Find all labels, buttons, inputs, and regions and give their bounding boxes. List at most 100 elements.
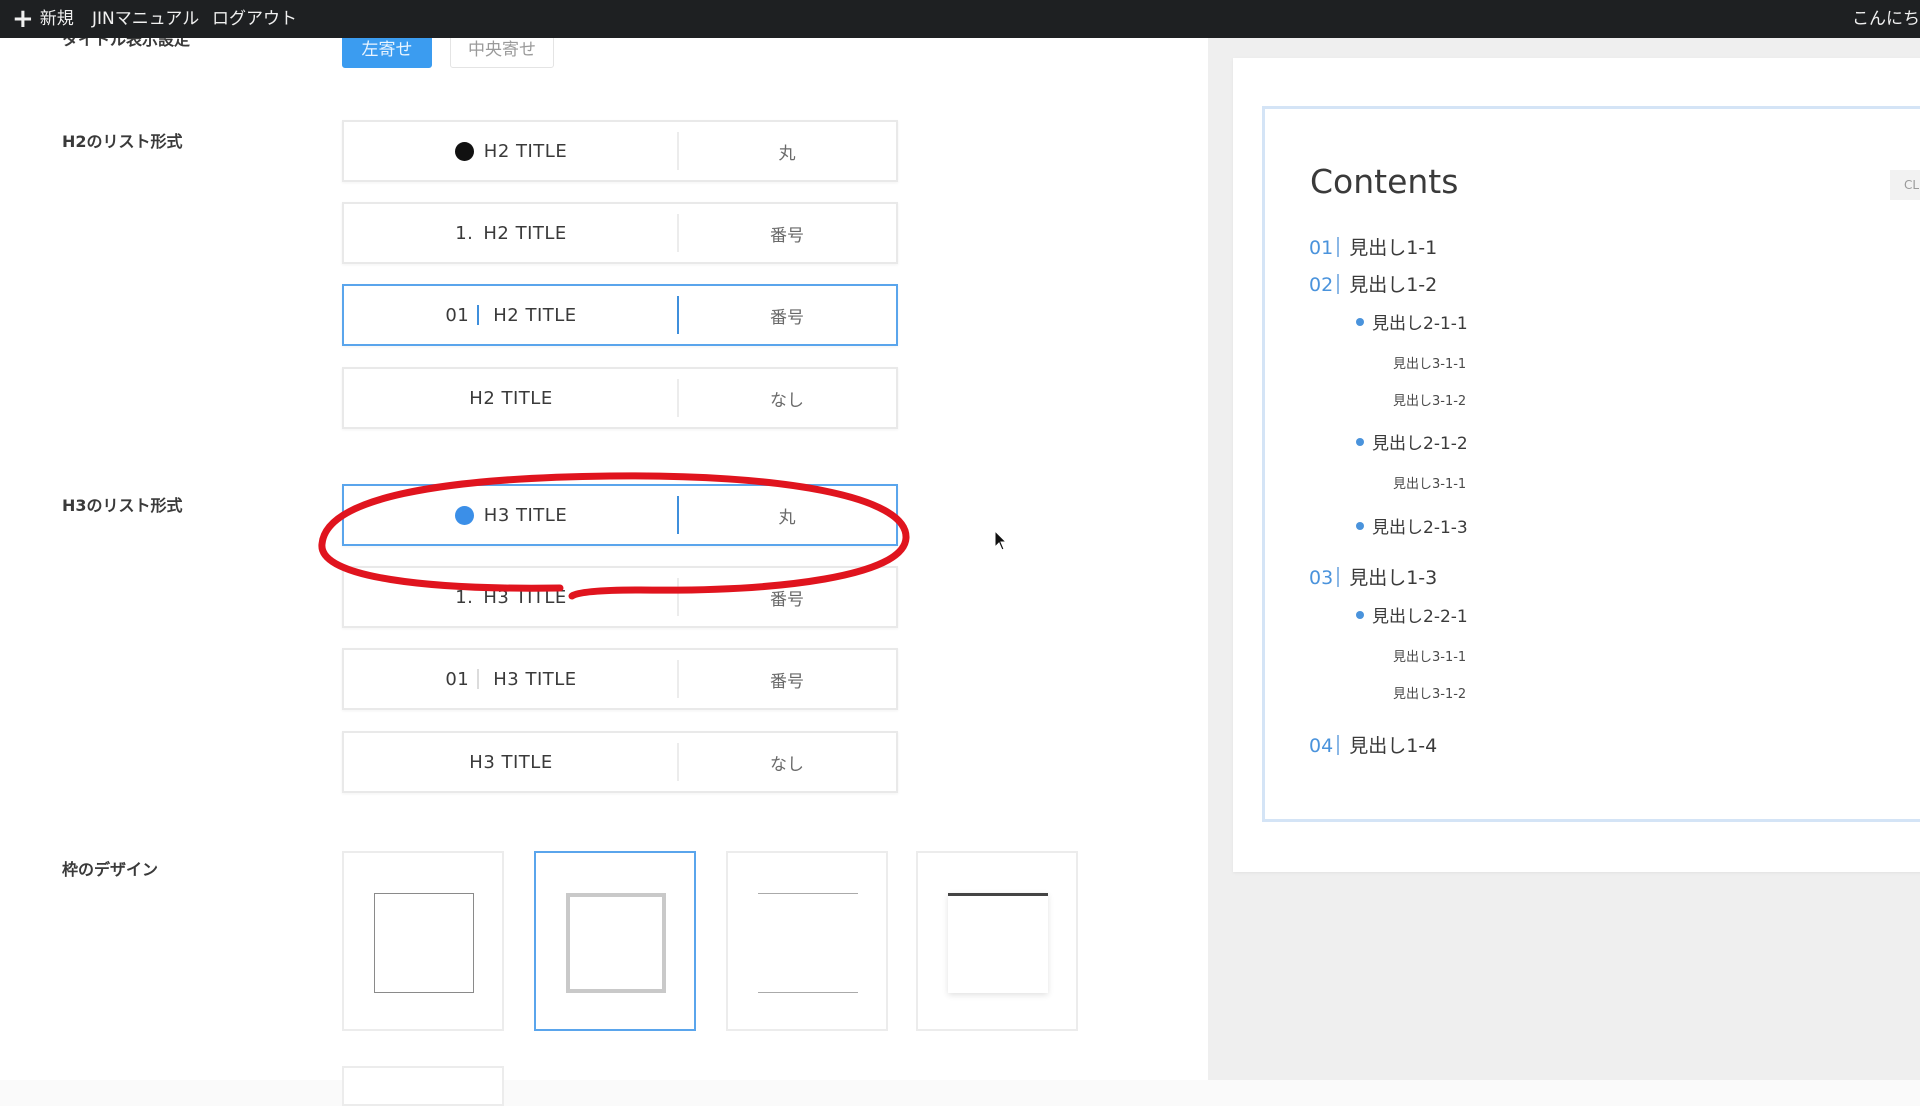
option-preview-title: H2 TITLE — [493, 304, 577, 326]
h3-style-number-option[interactable]: 1. H3 TITLE 番号 — [342, 566, 898, 628]
bar-divider — [477, 669, 480, 689]
frame-design-option-thick[interactable] — [534, 851, 696, 1031]
bar-divider — [477, 305, 480, 325]
toc-item-1[interactable]: 01 見出し1-1 — [1309, 233, 1437, 260]
h3-style-circle-option[interactable]: H3 TITLE 丸 — [342, 484, 898, 546]
toc-text: 見出し1-3 — [1349, 567, 1438, 589]
toc-item-4[interactable]: 04 見出し1-4 — [1309, 731, 1437, 758]
align-left-button[interactable]: 左寄せ — [342, 38, 432, 68]
new-menu[interactable]: + 新規 — [12, 0, 74, 38]
option-preview: 1. H2 TITLE — [344, 204, 678, 262]
toc-text: 見出し1-4 — [1349, 735, 1438, 757]
option-type-label: 番号 — [770, 589, 804, 610]
frame-preview-icon — [758, 893, 858, 993]
option-type-label: 番号 — [770, 307, 804, 328]
toc-separator — [1337, 274, 1340, 294]
frame-design-option-shadow[interactable] — [916, 851, 1078, 1031]
toc-text: 見出し2-1-1 — [1372, 314, 1468, 334]
option-type-label: なし — [770, 754, 804, 775]
option-type-label: 丸 — [778, 507, 796, 528]
toc-separator — [1337, 567, 1340, 587]
option-type-label: 番号 — [770, 671, 804, 692]
number-prefix: 01 — [445, 304, 470, 326]
option-preview: H2 TITLE — [344, 369, 678, 427]
greeting-text[interactable]: こんにち — [1852, 0, 1920, 38]
number-prefix: 1. — [455, 222, 474, 244]
h3-list-style-label: H3のリスト形式 — [62, 496, 183, 515]
toc-subitem[interactable]: 見出し2-1-3 — [1356, 513, 1468, 538]
option-preview: H3 TITLE — [344, 733, 678, 791]
number-prefix: 01 — [445, 668, 470, 690]
number-prefix-with-bar: 01 — [445, 668, 480, 690]
logout-link[interactable]: ログアウト — [212, 0, 297, 38]
toc-number: 03 — [1309, 567, 1334, 589]
bullet-icon — [1356, 611, 1364, 619]
toc-subsubitem[interactable]: 見出し3-1-1 — [1393, 353, 1466, 372]
option-preview-title: H2 TITLE — [469, 387, 553, 409]
frame-design-label: 枠のデザイン — [62, 860, 159, 879]
toc-subitem[interactable]: 見出し2-1-2 — [1356, 429, 1468, 454]
h2-style-circle-option[interactable]: H2 TITLE 丸 — [342, 120, 898, 182]
toc-box — [1262, 106, 1920, 822]
toc-subsubitem[interactable]: 見出し3-1-1 — [1393, 473, 1466, 492]
toc-subsubitem[interactable]: 見出し3-1-1 — [1393, 646, 1466, 665]
h3-style-none-option[interactable]: H3 TITLE なし — [342, 731, 898, 793]
option-preview-title: H3 TITLE — [493, 668, 577, 690]
toc-subitem[interactable]: 見出し2-1-1 — [1356, 309, 1468, 334]
settings-panel: タイトル表示設定 左寄せ 中央寄せ H2のリスト形式 H2 TITLE 丸 1.… — [0, 38, 1208, 1080]
frame-preview-icon — [374, 893, 474, 993]
jin-manual-link[interactable]: JINマニュアル — [92, 0, 199, 38]
h2-list-style-label: H2のリスト形式 — [62, 132, 183, 151]
toc-close-button[interactable]: CL — [1890, 170, 1920, 200]
filled-circle-icon — [454, 505, 474, 525]
option-preview: 01 H2 TITLE — [344, 286, 678, 344]
option-preview: H2 TITLE — [344, 122, 678, 180]
option-preview-title: H2 TITLE — [483, 140, 568, 162]
toc-item-2[interactable]: 02 見出し1-2 — [1309, 270, 1437, 297]
option-preview: 01 H3 TITLE — [344, 650, 678, 708]
new-label: 新規 — [39, 9, 74, 29]
h2-style-number-option[interactable]: 1. H2 TITLE 番号 — [342, 202, 898, 264]
toc-number: 02 — [1309, 274, 1334, 296]
option-type-label: 丸 — [778, 143, 796, 164]
option-preview: H3 TITLE — [344, 486, 678, 544]
toc-text: 見出し2-2-1 — [1372, 607, 1468, 627]
option-preview-title: H3 TITLE — [469, 751, 553, 773]
frame-design-option-plain[interactable] — [342, 851, 504, 1031]
toc-title: Contents — [1310, 162, 1459, 201]
plus-icon: + — [12, 4, 34, 34]
bullet-icon — [1356, 438, 1364, 446]
bullet-icon — [1356, 318, 1364, 326]
option-preview: 1. H3 TITLE — [344, 568, 678, 626]
toc-separator — [1337, 237, 1340, 257]
toc-text: 見出し1-1 — [1349, 237, 1438, 259]
h2-style-none-option[interactable]: H2 TITLE なし — [342, 367, 898, 429]
filled-circle-icon — [454, 141, 474, 161]
toc-number: 01 — [1309, 237, 1334, 259]
toc-text: 見出し1-2 — [1349, 274, 1438, 296]
admin-bar: + 新規 JINマニュアル ログアウト こんにち — [0, 0, 1920, 38]
toc-subsubitem[interactable]: 見出し3-1-2 — [1393, 390, 1466, 409]
toc-subsubitem[interactable]: 見出し3-1-2 — [1393, 683, 1466, 702]
option-type-label: 番号 — [770, 225, 804, 246]
toc-separator — [1337, 735, 1340, 755]
toc-item-3[interactable]: 03 見出し1-3 — [1309, 563, 1437, 590]
h2-style-zero-number-option[interactable]: 01 H2 TITLE 番号 — [342, 284, 898, 346]
toc-text: 見出し2-1-2 — [1372, 434, 1468, 454]
option-preview-title: H2 TITLE — [483, 222, 567, 244]
align-center-button[interactable]: 中央寄せ — [450, 38, 554, 68]
toc-subitem[interactable]: 見出し2-2-1 — [1356, 602, 1468, 627]
frame-preview-icon — [566, 893, 666, 993]
frame-preview-icon — [948, 893, 1048, 993]
frame-design-option-lines[interactable] — [726, 851, 888, 1031]
option-preview-title: H3 TITLE — [483, 586, 567, 608]
number-prefix-with-bar: 01 — [445, 304, 480, 326]
number-prefix: 1. — [455, 586, 474, 608]
toc-text: 見出し2-1-3 — [1372, 518, 1468, 538]
option-preview-title: H3 TITLE — [483, 504, 568, 526]
h3-style-zero-number-option[interactable]: 01 H3 TITLE 番号 — [342, 648, 898, 710]
frame-design-option-partial[interactable] — [342, 1066, 504, 1106]
option-type-label: なし — [770, 390, 804, 411]
toc-number: 04 — [1309, 735, 1334, 757]
title-align-label: タイトル表示設定 — [62, 38, 191, 49]
